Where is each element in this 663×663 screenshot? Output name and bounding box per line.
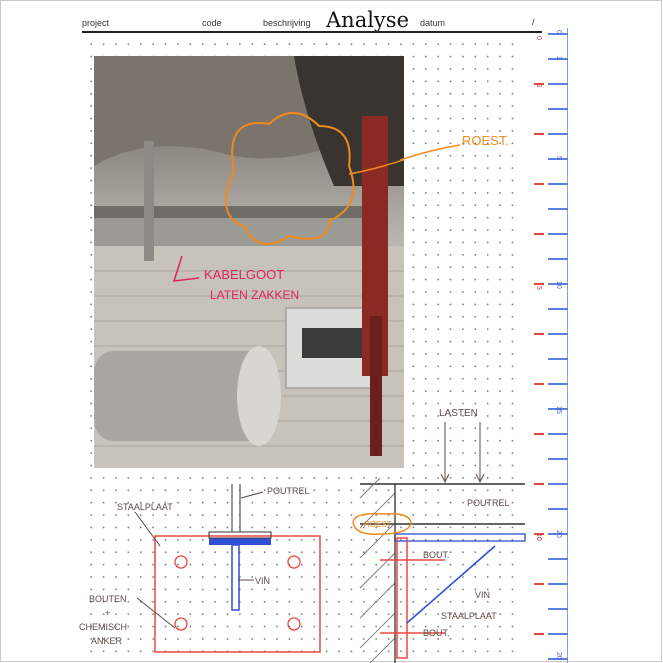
ruler-tick-blue <box>548 308 568 310</box>
ruler-axis <box>567 28 568 663</box>
rust-label: ROEST. <box>462 133 509 148</box>
measurement-ruler: 0 1 5 10 15 20 10 20 0 1 5 10 <box>526 28 574 663</box>
pipe-end <box>237 346 281 446</box>
bolts-label: BOUTEN <box>89 594 127 604</box>
beam-flange-blue <box>209 538 271 545</box>
ruler-tick-red <box>534 233 544 235</box>
ruler-label-blue-10: 10 <box>555 281 562 289</box>
ruler-tick-blue <box>548 558 568 560</box>
loads-label: LASTEN <box>439 408 478 419</box>
cables <box>94 206 384 218</box>
ruler-tick-blue <box>548 508 568 510</box>
wall-hatch <box>359 477 396 663</box>
steel-plate-leader <box>134 511 161 547</box>
ruler-tick-blue <box>548 383 568 385</box>
ruler-tick-red <box>534 133 544 135</box>
bolts-leader <box>136 597 176 629</box>
tray-hanger <box>144 141 154 261</box>
steel-plate-outline <box>154 535 321 653</box>
plus-label: + <box>105 608 110 618</box>
bolt-label-top: BOUT. <box>423 550 450 560</box>
cable-tray-label-1: KABELGOOT <box>204 267 284 282</box>
ruler-tick-blue <box>548 358 568 360</box>
header-rule <box>82 31 542 33</box>
beam-flange <box>208 531 272 539</box>
rust-label-area: ROEST. <box>400 133 509 160</box>
cable-tray <box>94 216 384 246</box>
ruler-tick-blue <box>548 108 568 110</box>
bolt-circle-2 <box>287 555 301 569</box>
steel-plate-label-right: STAALPLAAT <box>441 611 497 621</box>
anchor-label: ANKER <box>91 636 123 646</box>
ruler-tick-red <box>534 183 544 185</box>
ruler-tick-blue <box>548 583 568 585</box>
ruler-label-blue-5: 5 <box>555 156 562 160</box>
beam-label-right: POUTREL <box>467 498 510 508</box>
ruler-tick-blue <box>548 333 568 335</box>
ruler-label-red-1: 1 <box>535 84 542 88</box>
ruler-tick-red <box>534 283 544 285</box>
beam-label-left: POUTREL <box>267 486 310 496</box>
ruler-tick-blue <box>548 608 568 610</box>
ruler-tick-blue <box>548 458 568 460</box>
date-separator: / <box>532 17 535 27</box>
ruler-label-red-0: 0 <box>535 36 542 40</box>
project-label: project <box>82 18 110 28</box>
cable-tray-label-2: LATEN ZAKKEN <box>210 288 299 302</box>
date-label: datum <box>420 18 446 28</box>
ruler-tick-blue <box>548 433 568 435</box>
ruler-label-red-5: 5 <box>535 286 542 290</box>
fin-label-left: VIN <box>255 576 270 586</box>
ruler-tick-red <box>534 383 544 385</box>
ruler-tick-blue <box>548 483 568 485</box>
ruler-tick-red <box>534 433 544 435</box>
sketch-section-detail: LASTEN POUTREL ROEST BOUT. VIN STAALPLAA… <box>352 408 526 663</box>
bolt-circle-1 <box>174 555 188 569</box>
bolt-label-bottom: BOUT. <box>423 628 450 638</box>
sketch-plate-detail: STAALPLAAT POUTREL VIN BOUTEN + CHEMISCH… <box>79 484 321 653</box>
fin-label-right: VIN <box>475 590 490 600</box>
ruler-tick-red <box>534 583 544 585</box>
ruler-tick-blue <box>548 233 568 235</box>
steel-plate-label: STAALPLAAT <box>117 502 173 512</box>
rust-leader-extension <box>400 144 461 160</box>
ruler-tick-blue <box>548 133 568 135</box>
page-title: Analyse <box>326 8 409 32</box>
ruler-label-blue-0: 0 <box>555 30 562 34</box>
beam-leader-left <box>240 491 264 499</box>
bolt-circle-4 <box>287 617 301 631</box>
bolt-circle-3 <box>174 617 188 631</box>
description-label: beschrijving <box>263 18 311 28</box>
breaker-panel <box>302 328 364 358</box>
ruler-tick-red <box>534 483 544 485</box>
ruler-tick-blue <box>548 83 568 85</box>
ruler-tick-red <box>534 633 544 635</box>
ruler-label-blue-15: 15 <box>555 406 562 414</box>
ruler-tick-blue <box>548 183 568 185</box>
ruler-label-red-10: 10 <box>535 533 542 541</box>
ruler-label-blue-20b: 20 <box>555 652 562 660</box>
ruler-label-blue-1: 1 <box>555 56 562 60</box>
code-label: code <box>202 18 222 28</box>
ruler-tick-red <box>534 333 544 335</box>
ruler-tick-blue <box>548 208 568 210</box>
ruler-tick-blue <box>548 258 568 260</box>
rust-label-section: ROEST <box>364 520 392 529</box>
chemical-label: CHEMISCH <box>79 622 127 632</box>
ruler-tick-blue <box>548 633 568 635</box>
steel-plate-section <box>396 537 408 659</box>
fin-plate <box>231 544 240 611</box>
ruler-label-blue-20: 20 <box>555 530 562 538</box>
beam-flange-section <box>394 533 526 542</box>
